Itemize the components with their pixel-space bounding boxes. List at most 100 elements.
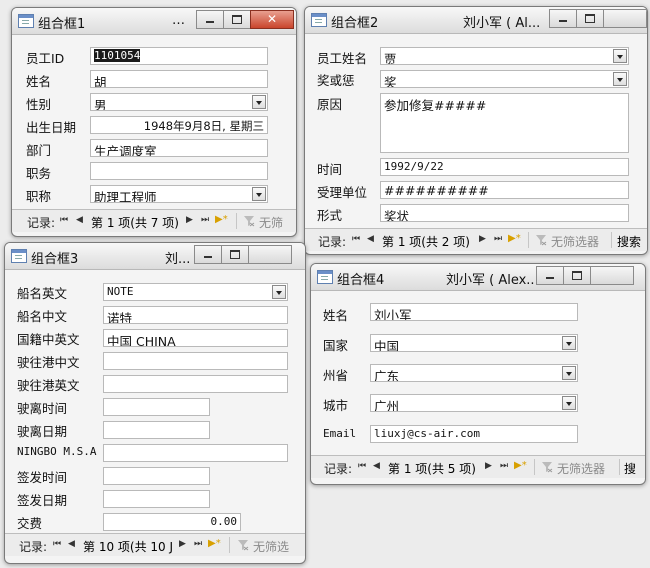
province-combo[interactable]: 广东 (370, 364, 578, 382)
new-record-button[interactable]: ▶* (508, 233, 521, 244)
label-reward-or-penalty: 奖或惩 (317, 73, 355, 88)
record-position[interactable]: 第 1 项(共 7 项) (91, 214, 179, 231)
name-field[interactable]: 胡 (90, 70, 268, 88)
next-record-button[interactable]: ▶ (179, 539, 186, 549)
minimize-button[interactable] (194, 245, 222, 264)
separator (611, 232, 612, 248)
new-record-button[interactable]: ▶* (514, 460, 527, 471)
label-dest-port-cn: 驶往港中文 (17, 355, 80, 370)
dest-port-cn-field[interactable] (103, 352, 288, 370)
chevron-down-icon[interactable] (252, 95, 266, 109)
first-record-button[interactable]: ⏮ (60, 215, 68, 225)
maximize-button[interactable] (223, 10, 251, 29)
form-icon (317, 270, 333, 284)
gender-combo[interactable]: 男 (90, 93, 268, 111)
time-field[interactable]: 1992/9/22 (380, 158, 629, 176)
prev-record-button[interactable]: ◀ (373, 461, 380, 471)
chevron-down-icon[interactable] (562, 336, 576, 350)
first-record-button[interactable]: ⏮ (358, 461, 366, 471)
issue-date-field[interactable] (103, 490, 210, 508)
window-3-titlebar[interactable]: 组合框3 刘... (5, 243, 305, 270)
label-province: 州省 (323, 368, 349, 383)
ship-name-en-value: NOTE (107, 285, 134, 298)
label-ship-name-en: 船名英文 (17, 286, 68, 301)
new-record-button[interactable]: ▶* (208, 538, 221, 549)
handling-unit-field[interactable]: ########## (380, 181, 629, 199)
label-email: Email (323, 427, 357, 440)
reward-or-penalty-combo[interactable]: 奖 (380, 70, 629, 88)
close-button[interactable] (248, 245, 292, 264)
employee-name-combo[interactable]: 贾 (380, 47, 629, 65)
label-departure-time: 驶离时间 (17, 401, 68, 416)
minimize-button[interactable] (196, 10, 224, 29)
last-record-button[interactable]: ⏭ (194, 539, 202, 549)
filter-button[interactable]: 无筛选器 (557, 460, 605, 477)
city-combo[interactable]: 广州 (370, 394, 578, 412)
window-1-title: 组合框1 (38, 17, 86, 32)
chevron-down-icon[interactable] (272, 285, 286, 299)
chevron-down-icon[interactable] (613, 49, 627, 63)
minimize-button[interactable] (536, 266, 564, 285)
close-button[interactable]: ✕ (250, 10, 294, 29)
minimize-button[interactable] (549, 9, 577, 28)
next-record-button[interactable]: ▶ (485, 461, 492, 471)
last-record-button[interactable]: ⏭ (500, 461, 508, 471)
ningbo-msa-field[interactable] (103, 444, 288, 462)
city-value: 广州 (374, 399, 400, 412)
last-record-button[interactable]: ⏭ (494, 234, 502, 244)
country-combo[interactable]: 中国 (370, 334, 578, 352)
department-field[interactable]: 生产调度室 (90, 139, 268, 157)
maximize-button[interactable] (221, 245, 249, 264)
next-record-button[interactable]: ▶ (479, 234, 486, 244)
reason-textarea[interactable]: 参加修复##### (380, 93, 629, 153)
province-value: 广东 (374, 369, 400, 382)
filter-icon (238, 540, 249, 551)
record-position[interactable]: 第 1 项(共 2 项) (382, 233, 470, 250)
search-button[interactable]: 搜索 (617, 233, 641, 250)
filter-button[interactable]: 无筛 (259, 214, 283, 231)
prev-record-button[interactable]: ◀ (68, 539, 75, 549)
email-field[interactable]: liuxj@cs-air.com (370, 425, 578, 443)
position-field[interactable] (90, 162, 268, 180)
maximize-button[interactable] (563, 266, 591, 285)
name-field[interactable]: 刘小军 (370, 303, 578, 321)
close-button[interactable] (603, 9, 647, 28)
chevron-down-icon[interactable] (613, 72, 627, 86)
record-position[interactable]: 第 1 项(共 5 项) (388, 460, 476, 477)
form-field[interactable]: 奖状 (380, 204, 629, 222)
prev-record-button[interactable]: ◀ (367, 234, 374, 244)
chevron-down-icon[interactable] (562, 366, 576, 380)
record-position[interactable]: 第 10 项(共 10 J (83, 538, 175, 555)
window-2-titlebar[interactable]: 组合框2 刘小军 ( Al... (305, 7, 647, 34)
window-4-titlebar[interactable]: 组合框4 刘小军 ( Alex... (311, 264, 645, 291)
departure-time-field[interactable] (103, 398, 210, 416)
ship-name-cn-field[interactable]: 诺特 (103, 306, 288, 324)
prev-record-button[interactable]: ◀ (76, 215, 83, 225)
employee-id-field[interactable]: 1101054 (90, 47, 268, 65)
filter-button[interactable]: 无筛选 (253, 538, 289, 555)
window-1-titlebar[interactable]: 组合框1 … ✕ (12, 8, 296, 35)
departure-date-field[interactable] (103, 421, 210, 439)
next-record-button[interactable]: ▶ (186, 215, 193, 225)
dest-port-en-field[interactable] (103, 375, 288, 393)
search-button[interactable]: 搜 (624, 460, 636, 477)
issue-time-field[interactable] (103, 467, 210, 485)
chevron-down-icon[interactable] (252, 187, 266, 201)
maximize-button[interactable] (576, 9, 604, 28)
birth-date-field[interactable]: 1948年9月8日, 星期三 (90, 116, 268, 134)
nationality-field[interactable]: 中国 CHINA (103, 329, 288, 347)
window-1-title-trail: … (172, 13, 185, 28)
label-country: 国家 (323, 338, 349, 353)
first-record-button[interactable]: ⏮ (352, 234, 360, 244)
last-record-button[interactable]: ⏭ (201, 215, 209, 225)
close-button[interactable] (590, 266, 634, 285)
employee-name-value: 贾 (384, 52, 397, 65)
first-record-button[interactable]: ⏮ (53, 539, 61, 549)
ship-name-en-combo[interactable]: NOTE (103, 283, 288, 301)
label-nationality: 国籍中英文 (17, 332, 80, 347)
new-record-button[interactable]: ▶* (215, 214, 228, 225)
filter-button[interactable]: 无筛选器 (551, 233, 599, 250)
fee-field[interactable]: 0.00 (103, 513, 241, 531)
title-combo[interactable]: 助理工程师 (90, 185, 268, 203)
chevron-down-icon[interactable] (562, 396, 576, 410)
